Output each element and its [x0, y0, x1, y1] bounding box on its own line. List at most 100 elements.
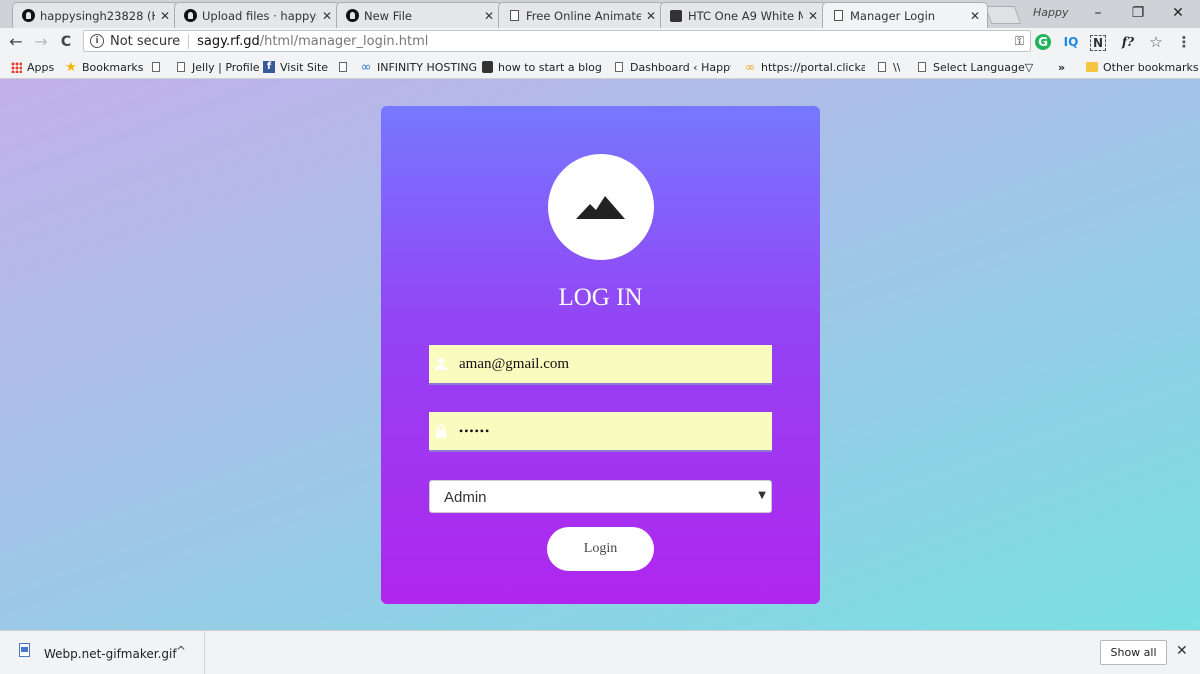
info-icon[interactable]: i: [90, 34, 104, 48]
tab-upload-files[interactable]: Upload files · happysing ✕: [174, 2, 340, 28]
profile-name[interactable]: Happy: [1033, 6, 1069, 19]
bookmark-backslash[interactable]: \\: [876, 59, 900, 75]
login-card: LOG IN Admin ▼ Login: [381, 106, 820, 604]
formula-extension-icon[interactable]: f?: [1119, 33, 1137, 51]
bookmark-untitled[interactable]: [150, 59, 167, 75]
n-extension-icon[interactable]: N: [1090, 35, 1106, 51]
tab-htc-one[interactable]: HTC One A9 White Mo ✕: [660, 2, 826, 28]
bookmark-label: https://portal.clickate: [761, 60, 865, 74]
tab-label: HTC One A9 White Mo: [688, 8, 803, 23]
bookmark-visit-site[interactable]: f Visit Site: [263, 59, 328, 75]
login-title: LOG IN: [558, 284, 643, 311]
tab-github-profile[interactable]: happysingh23828 (Hap ✕: [12, 2, 178, 28]
close-icon[interactable]: ✕: [807, 9, 819, 23]
close-icon[interactable]: ✕: [483, 9, 495, 23]
tab-label: Upload files · happysing: [202, 8, 317, 23]
site-icon: [669, 9, 683, 23]
bookmark-label: INFINITY HOSTING: [377, 60, 478, 74]
reload-button[interactable]: C: [55, 31, 77, 53]
back-button[interactable]: ←: [5, 31, 27, 53]
bookmark-label: Other bookmarks: [1103, 60, 1199, 74]
download-file-name[interactable]: Webp.net-gifmaker.gif: [44, 647, 177, 661]
bookmark-label: how to start a blog w: [498, 60, 601, 74]
bookmark-label: Visit Site: [280, 60, 329, 74]
iq-extension-icon[interactable]: IQ: [1062, 33, 1080, 51]
show-all-button[interactable]: Show all: [1100, 640, 1167, 665]
role-selected-value: Admin: [444, 489, 487, 506]
security-label[interactable]: Not secure: [110, 33, 190, 49]
close-icon[interactable]: ✕: [321, 9, 333, 23]
github-icon: [21, 9, 35, 23]
bookmark-label: Select Language▽: [933, 60, 1034, 74]
bookmark-bookmarks[interactable]: ★ Bookmarks: [65, 59, 143, 75]
blog-icon: [481, 61, 493, 73]
key-icon[interactable]: ⚿: [1015, 34, 1024, 49]
window-close-button[interactable]: ✕: [1164, 3, 1192, 23]
star-icon: ★: [65, 59, 77, 75]
bookmark-select-language[interactable]: Select Language▽: [916, 59, 1033, 75]
user-icon: [435, 357, 447, 370]
github-icon: [345, 9, 359, 23]
download-shelf: Webp.net-gifmaker.gif ^ Show all ✕: [0, 630, 1200, 674]
page-icon: [337, 61, 349, 73]
close-icon[interactable]: ✕: [969, 9, 981, 23]
bookmarks-bar: Apps ★ Bookmarks Jelly | Profile f Visit…: [0, 56, 1200, 79]
bookmarks-overflow-button[interactable]: »: [1058, 59, 1065, 75]
tab-new-file[interactable]: New File ✕: [336, 2, 502, 28]
restore-button[interactable]: ❐: [1124, 3, 1152, 23]
infinity-icon: ∞: [360, 59, 372, 75]
bookmark-untitled-2[interactable]: [337, 59, 354, 75]
tab-label: Free Online Animated G: [526, 8, 641, 23]
forward-button[interactable]: →: [30, 31, 52, 53]
menu-icon[interactable]: ⋮: [1175, 33, 1193, 51]
page-icon: [916, 61, 928, 73]
page-icon: [613, 61, 625, 73]
role-select[interactable]: Admin ▼: [429, 480, 772, 513]
bookmark-start-blog[interactable]: how to start a blog w: [481, 59, 601, 75]
tab-strip: happysingh23828 (Hap ✕ Upload files · ha…: [0, 0, 1200, 28]
bookmark-label: Dashboard ‹ Happy S: [630, 60, 731, 74]
close-icon[interactable]: ✕: [1176, 643, 1188, 659]
tab-free-online-animated[interactable]: Free Online Animated G ✕: [498, 2, 664, 28]
new-tab-button[interactable]: [984, 6, 1022, 24]
bookmark-dashboard[interactable]: Dashboard ‹ Happy S: [613, 59, 731, 75]
tab-label: Manager Login: [850, 8, 936, 23]
address-bar[interactable]: i Not secure sagy.rf.gd /html/manager_lo…: [83, 30, 1031, 52]
email-input[interactable]: [459, 345, 759, 383]
browser-toolbar: ← → C i Not secure sagy.rf.gd /html/mana…: [0, 28, 1200, 57]
download-item[interactable]: Webp.net-gifmaker.gif ^: [0, 631, 205, 674]
password-field[interactable]: [429, 412, 772, 452]
tab-manager-login[interactable]: Manager Login ✕: [822, 2, 988, 28]
minimize-button[interactable]: –: [1084, 3, 1112, 23]
close-icon[interactable]: ✕: [159, 9, 171, 23]
login-button[interactable]: Login: [547, 527, 654, 571]
page-icon: [150, 61, 162, 73]
logo-circle: [548, 154, 654, 260]
chevron-up-icon[interactable]: ^: [176, 644, 186, 658]
bookmark-other-bookmarks[interactable]: Other bookmarks: [1086, 59, 1199, 75]
url-host: sagy.rf.gd: [197, 33, 260, 49]
apps-grid-icon: [10, 61, 22, 73]
url-path: /html/manager_login.html: [259, 33, 429, 49]
bookmark-label: \\: [893, 60, 901, 74]
link-icon: ∞: [745, 60, 755, 74]
email-field[interactable]: [429, 345, 772, 385]
document-icon: [831, 9, 845, 23]
bookmark-infinity-hosting[interactable]: ∞ INFINITY HOSTING: [360, 59, 478, 75]
mountain-icon: [576, 196, 625, 219]
bookmark-star-icon[interactable]: ☆: [1147, 33, 1165, 51]
tab-label: happysingh23828 (Hap: [40, 8, 155, 23]
document-icon: [507, 9, 521, 23]
close-icon[interactable]: ✕: [645, 9, 657, 23]
image-file-icon: [19, 643, 30, 657]
bookmark-jelly-profile[interactable]: Jelly | Profile: [175, 59, 260, 75]
bookmark-label: Apps: [27, 60, 55, 74]
bookmark-apps[interactable]: Apps: [10, 59, 54, 75]
grammarly-icon[interactable]: G: [1035, 34, 1051, 50]
facebook-icon: f: [263, 61, 275, 73]
bookmark-clickatell[interactable]: ∞ https://portal.clickate: [744, 59, 865, 75]
folder-icon: [1086, 61, 1098, 73]
page-icon: [175, 61, 187, 73]
password-input[interactable]: [459, 412, 759, 450]
bookmark-label: Jelly | Profile: [192, 60, 260, 74]
